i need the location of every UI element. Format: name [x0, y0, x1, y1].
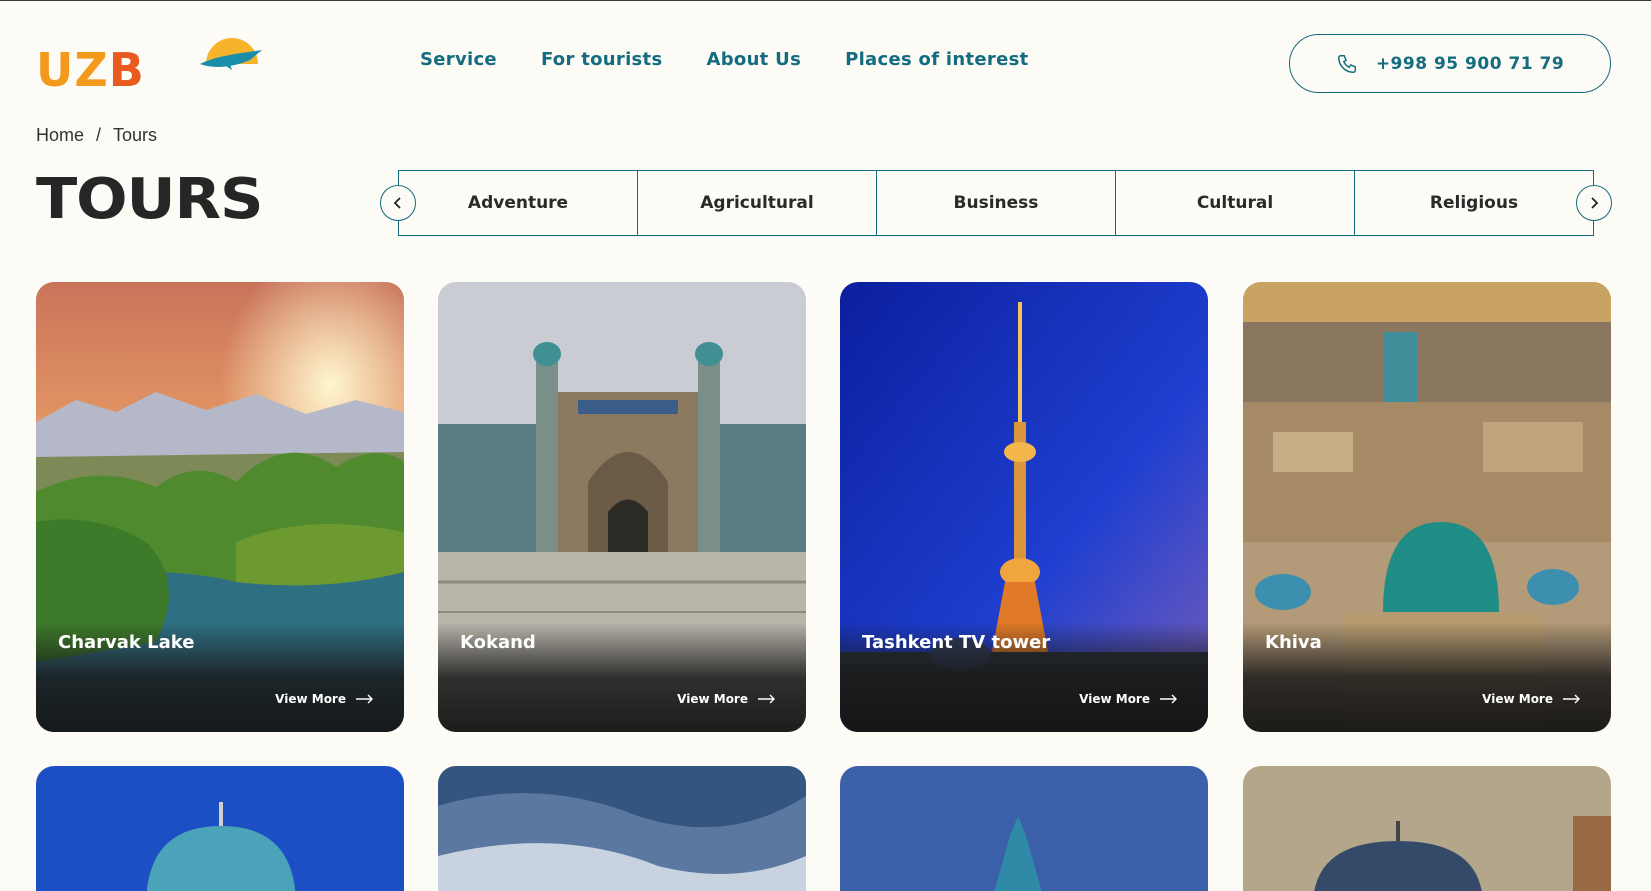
chevron-left-icon [393, 197, 401, 209]
cloudy-sky-image [438, 766, 806, 891]
tour-card-tashkent-tv-tower[interactable]: Tashkent TV tower View More [840, 282, 1208, 732]
arrow-right-icon [758, 694, 775, 704]
tab-agricultural[interactable]: Agricultural [638, 171, 877, 235]
phone-number: +998 95 900 71 79 [1375, 53, 1565, 74]
tour-card[interactable] [438, 766, 806, 891]
nav-service[interactable]: Service [420, 49, 497, 70]
card-title: Kokand [460, 632, 536, 653]
logo-sun-plane-icon [200, 38, 262, 70]
samarkand-dome-image [1243, 766, 1611, 891]
site-header: UZB Service For tourists About Us Places… [0, 1, 1651, 121]
nav-for-tourists[interactable]: For tourists [541, 49, 663, 70]
breadcrumb-current: Tours [113, 125, 158, 145]
tour-card[interactable] [36, 766, 404, 891]
page-title: TOURS [36, 167, 264, 232]
breadcrumb: Home / Tours [36, 125, 157, 146]
nav-places-of-interest[interactable]: Places of interest [845, 49, 1028, 70]
view-more-link[interactable]: View More [1079, 692, 1178, 706]
breadcrumb-separator: / [96, 125, 102, 145]
view-more-link[interactable]: View More [1482, 692, 1581, 706]
tab-adventure[interactable]: Adventure [399, 171, 638, 235]
card-title: Tashkent TV tower [862, 632, 1051, 653]
tabs-next-button[interactable] [1576, 185, 1612, 221]
arrow-right-icon [1563, 694, 1580, 704]
category-tabs: Adventure Agricultural Business Cultural… [398, 170, 1594, 236]
card-title: Khiva [1265, 632, 1322, 653]
tour-card[interactable] [840, 766, 1208, 891]
logo[interactable]: UZB [36, 34, 262, 97]
mosque-dome-image [36, 766, 404, 891]
view-more-label: View More [677, 692, 748, 706]
phone-button[interactable]: +998 95 900 71 79 [1289, 34, 1611, 93]
view-more-label: View More [275, 692, 346, 706]
nav-about-us[interactable]: About Us [706, 49, 801, 70]
tour-card-khiva[interactable]: Khiva View More [1243, 282, 1611, 732]
view-more-label: View More [1482, 692, 1553, 706]
tour-card-kokand[interactable]: Kokand View More [438, 282, 806, 732]
view-more-label: View More [1079, 692, 1150, 706]
chevron-right-icon [1591, 197, 1599, 209]
tabs-prev-button[interactable] [380, 185, 416, 221]
view-more-link[interactable]: View More [677, 692, 776, 706]
breadcrumb-home[interactable]: Home [36, 125, 84, 146]
phone-icon [1337, 54, 1356, 73]
tab-cultural[interactable]: Cultural [1116, 171, 1355, 235]
tour-card[interactable] [1243, 766, 1611, 891]
arrow-right-icon [1160, 694, 1177, 704]
tab-business[interactable]: Business [877, 171, 1116, 235]
view-more-link[interactable]: View More [275, 692, 374, 706]
arrow-right-icon [356, 694, 373, 704]
main-nav: Service For tourists About Us Places of … [420, 49, 1029, 70]
city-building-image [840, 766, 1208, 891]
logo-wordmark: UZB [36, 43, 145, 97]
card-title: Charvak Lake [58, 632, 195, 653]
tour-card-charvak-lake[interactable]: Charvak Lake View More [36, 282, 404, 732]
tab-religious[interactable]: Religious [1355, 171, 1593, 235]
